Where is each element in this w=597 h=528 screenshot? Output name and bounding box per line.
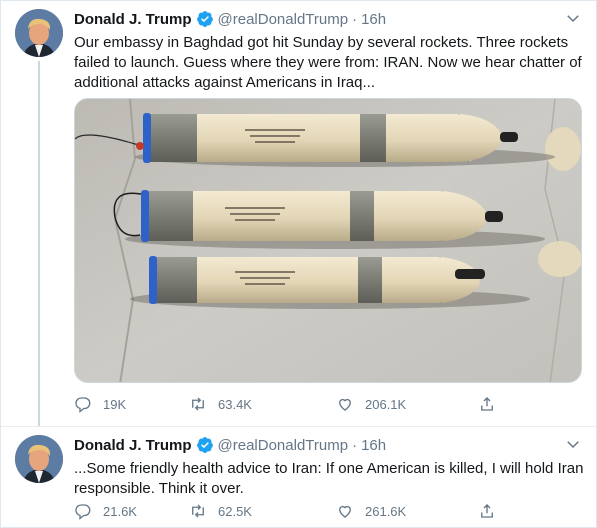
avatar[interactable] (15, 9, 63, 57)
tweet-text: ...Some friendly health advice to Iran: … (74, 460, 584, 497)
retweet-count: 63.4K (218, 396, 252, 412)
chevron-down-icon[interactable] (564, 435, 582, 453)
reply-icon (75, 397, 91, 413)
tweet-text: Our embassy in Baghdad got hit Sunday by… (74, 34, 582, 91)
share-icon (481, 504, 493, 518)
share-button[interactable] (478, 394, 507, 414)
like-icon (339, 505, 351, 518)
separator-dot: · (352, 10, 358, 28)
reply-count: 19K (103, 396, 127, 412)
chevron-down-icon[interactable] (564, 9, 582, 27)
tweet-actions: 21.6K 62.5K 261.6K (74, 501, 504, 521)
reply-button[interactable]: 19K (74, 394, 126, 414)
like-count: 206.1K (365, 396, 407, 412)
retweet-icon (192, 504, 204, 518)
reply-button[interactable]: 21.6K (74, 501, 137, 521)
share-button[interactable] (478, 501, 507, 521)
like-button[interactable]: 206.1K (336, 394, 406, 414)
retweet-button[interactable]: 62.5K (189, 501, 252, 521)
author-handle[interactable]: @realDonaldTrump (218, 11, 349, 28)
reply-icon (75, 504, 91, 520)
avatar[interactable] (15, 435, 63, 483)
thread-connector (38, 61, 40, 426)
share-icon (481, 397, 493, 411)
verified-badge-icon (196, 436, 214, 454)
like-count: 261.6K (365, 503, 407, 519)
tweet-actions: 19K 63.4K 206.1K (74, 394, 504, 414)
tweet-1[interactable]: Donald J. Trump @realDonaldTrump · 16h O… (1, 1, 597, 426)
separator-dot: · (352, 436, 358, 454)
author-name[interactable]: Donald J. Trump (74, 11, 192, 28)
verified-badge-icon (196, 10, 214, 28)
tweet-thread: Donald J. Trump @realDonaldTrump · 16h O… (0, 0, 597, 528)
timestamp[interactable]: 16h (361, 437, 386, 454)
retweet-count: 62.5K (218, 503, 252, 519)
like-button[interactable]: 261.6K (336, 501, 406, 521)
tweet-header: Donald J. Trump @realDonaldTrump · 16h (74, 9, 386, 29)
author-name[interactable]: Donald J. Trump (74, 437, 192, 454)
timestamp[interactable]: 16h (361, 11, 386, 28)
tweet-2[interactable]: Donald J. Trump @realDonaldTrump · 16h .… (1, 426, 597, 528)
retweet-icon (192, 397, 204, 411)
tweet-header: Donald J. Trump @realDonaldTrump · 16h (74, 435, 386, 455)
like-icon (339, 398, 351, 411)
reply-count: 21.6K (103, 503, 137, 519)
retweet-button[interactable]: 63.4K (189, 394, 252, 414)
author-handle[interactable]: @realDonaldTrump (218, 437, 349, 454)
tweet-photo[interactable] (74, 98, 582, 383)
